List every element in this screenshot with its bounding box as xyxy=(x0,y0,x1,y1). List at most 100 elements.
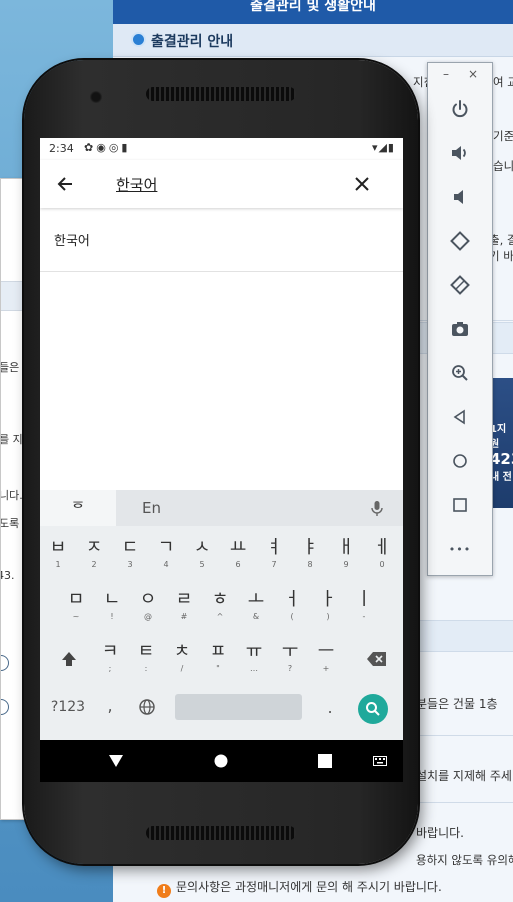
key-row1-8[interactable]: ㅐ9 xyxy=(328,532,364,576)
space-bar[interactable] xyxy=(175,694,302,720)
comma-key[interactable]: , xyxy=(100,690,120,720)
section-header: 출결관리 안내 xyxy=(113,24,513,57)
key-secondary-label: + xyxy=(322,664,330,673)
shift-icon[interactable] xyxy=(54,644,84,674)
key-label: ㅔ xyxy=(373,537,391,558)
english-mode-key[interactable]: En xyxy=(142,499,161,517)
clear-search-icon[interactable] xyxy=(349,171,375,197)
search-result-item[interactable]: 한국어 xyxy=(40,208,403,272)
keyboard-switch-icon[interactable] xyxy=(370,751,390,771)
text-fragment: 43. xyxy=(1,569,15,582)
search-input[interactable]: 한국어 xyxy=(116,174,157,195)
nav-overview-icon[interactable] xyxy=(315,751,335,771)
key-label: ㄷ xyxy=(121,537,139,558)
key-row2-1[interactable]: ㄴ! xyxy=(94,584,130,628)
key-row3-5[interactable]: ㅜ? xyxy=(272,636,308,680)
minimize-button[interactable]: – xyxy=(443,67,449,81)
power-icon[interactable] xyxy=(444,93,476,125)
key-secondary-label: & xyxy=(252,612,260,621)
key-secondary-label: 2 xyxy=(91,560,97,569)
key-secondary-label: @ xyxy=(144,612,152,621)
key-secondary-label: 3 xyxy=(127,560,133,569)
key-row1-6[interactable]: ㅕ7 xyxy=(256,532,292,576)
text-fragment: 바랍니다. xyxy=(416,826,464,840)
key-row3-1[interactable]: ㅌ: xyxy=(128,636,164,680)
key-label: ㅏ xyxy=(319,589,337,610)
key-secondary-label: 0 xyxy=(379,560,385,569)
search-enter-icon[interactable] xyxy=(358,694,388,724)
key-row1-7[interactable]: ㅑ8 xyxy=(292,532,328,576)
text-fragment: 기준 xyxy=(493,129,513,143)
key-secondary-label: - xyxy=(362,612,366,621)
key-row2-7[interactable]: ㅏ) xyxy=(310,584,346,628)
key-row3-4[interactable]: ㅠ… xyxy=(236,636,272,680)
key-row2-0[interactable]: ㅁ ~ xyxy=(58,584,94,628)
backspace-icon[interactable] xyxy=(362,644,392,674)
key-row1-0[interactable]: ㅂ1 xyxy=(40,532,76,576)
microphone-icon[interactable] xyxy=(368,499,386,517)
volume-up-icon[interactable] xyxy=(444,137,476,169)
close-button[interactable]: × xyxy=(468,67,478,81)
nav-back-icon[interactable] xyxy=(106,751,126,771)
key-label: ㅍ xyxy=(209,641,227,662)
navigation-bar xyxy=(40,740,403,782)
hangul-mode-key[interactable]: ᅙ xyxy=(40,490,116,526)
key-row1-2[interactable]: ㄷ3 xyxy=(112,532,148,576)
nav-home-icon[interactable] xyxy=(211,751,231,771)
key-label: ㅗ xyxy=(247,589,265,610)
key-label: ㅣ xyxy=(355,589,373,610)
key-row2-2[interactable]: ㅇ @ xyxy=(130,584,166,628)
key-row2-5[interactable]: ㅗ & xyxy=(238,584,274,628)
key-label: ㅁ xyxy=(67,589,85,610)
key-row1-9[interactable]: ㅔ0 xyxy=(364,532,400,576)
key-row1-5[interactable]: ㅛ6 xyxy=(220,532,256,576)
text-fragment: 용하지 않도록 유의해 주 xyxy=(416,853,513,867)
key-row3-0[interactable]: ㅋ; xyxy=(92,636,128,680)
section-bullet-icon xyxy=(131,32,146,47)
keyboard-suggestion-bar: ᅙ En xyxy=(40,490,403,526)
key-label: ㅐ xyxy=(337,537,355,558)
key-label: ㅋ xyxy=(101,641,119,662)
status-time: 2:34 xyxy=(49,142,74,155)
key-secondary-label: ~ xyxy=(72,612,80,621)
signal-battery-icon: ▾◢▮ xyxy=(371,141,395,154)
key-row1-4[interactable]: ㅅ5 xyxy=(184,532,220,576)
front-camera-icon xyxy=(90,91,102,103)
period-key[interactable]: . xyxy=(320,696,340,718)
notice-line: ! 문의사항은 과정매니저에게 문의 해 주시기 바랍니다. xyxy=(157,878,442,898)
camera-icon[interactable] xyxy=(444,313,476,345)
key-secondary-label: 4 xyxy=(163,560,169,569)
home-icon[interactable] xyxy=(444,445,476,477)
overview-icon[interactable] xyxy=(444,489,476,521)
key-label: ㄱ xyxy=(157,537,175,558)
top-speaker xyxy=(146,87,296,101)
back-arrow-icon[interactable] xyxy=(53,171,79,197)
back-icon[interactable] xyxy=(444,401,476,433)
key-row2-6[interactable]: ㅓ( xyxy=(274,584,310,628)
globe-icon[interactable] xyxy=(136,696,158,718)
alert-icon: ! xyxy=(157,884,171,898)
phone-screen: 2:34 ✿◉◎▮ ▾◢▮ 한국어 한국어 ᅙ En ㅂ1ㅈ2ㄷ3ㄱ4ㅅ5ㅛ6ㅕ… xyxy=(40,138,403,782)
symbols-key[interactable]: ?123 xyxy=(48,696,88,718)
text-fragment: 설치를 지제해 주세 xyxy=(416,769,512,783)
more-icon[interactable]: ••• xyxy=(444,533,476,565)
key-row2-8[interactable]: ㅣ- xyxy=(346,584,382,628)
key-label: ㅂ xyxy=(49,537,67,558)
key-secondary-label: ( xyxy=(290,612,294,621)
key-row2-4[interactable]: ㅎ ^ xyxy=(202,584,238,628)
key-secondary-label: ) xyxy=(326,612,330,621)
key-label: ㅇ xyxy=(139,589,157,610)
key-row1-1[interactable]: ㅈ2 xyxy=(76,532,112,576)
key-row1-3[interactable]: ㄱ4 xyxy=(148,532,184,576)
rotate-left-icon[interactable] xyxy=(444,225,476,257)
key-row3-3[interactable]: ㅍ " xyxy=(200,636,236,680)
rotate-right-icon[interactable] xyxy=(444,269,476,301)
key-row2-3[interactable]: ㄹ # xyxy=(166,584,202,628)
key-secondary-label: 8 xyxy=(307,560,313,569)
key-row3-6[interactable]: ㅡ + xyxy=(308,636,344,680)
key-secondary-label: 7 xyxy=(271,560,277,569)
search-app-bar: 한국어 xyxy=(40,160,403,208)
zoom-icon[interactable] xyxy=(444,357,476,389)
key-row3-2[interactable]: ㅊ / xyxy=(164,636,200,680)
volume-down-icon[interactable] xyxy=(444,181,476,213)
